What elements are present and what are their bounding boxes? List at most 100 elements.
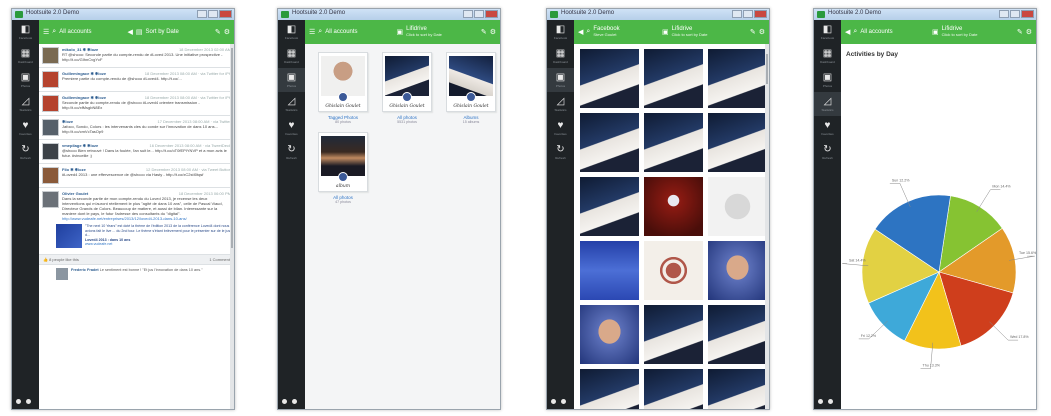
info-icon[interactable] — [561, 399, 566, 404]
settings-icon[interactable]: ⚙ — [1026, 28, 1032, 36]
close-button[interactable] — [754, 10, 767, 18]
avatar[interactable] — [42, 119, 59, 136]
photo-thumbnail[interactable] — [580, 49, 639, 108]
sidebar-item-favorites[interactable]: ♥ Favorites — [12, 116, 39, 140]
album-card[interactable]: Ghislain Goulet Tagged Photos 80 photos — [315, 52, 371, 124]
sidebar-item-refresh[interactable]: ↻ Refresh — [547, 140, 574, 164]
compose-icon[interactable]: ✎ — [750, 28, 756, 36]
comment-author[interactable]: Frederic Fradet — [71, 268, 99, 272]
sidebar-item-statistics[interactable]: ◿ Statistics — [814, 92, 841, 116]
photo-thumbnail[interactable] — [580, 305, 639, 364]
album-cover[interactable]: Ghislain Goulet — [382, 52, 432, 112]
photo-thumbnail[interactable] — [580, 113, 639, 172]
avatar[interactable] — [42, 95, 59, 112]
minimize-button[interactable] — [999, 10, 1009, 18]
window-titlebar[interactable]: Hootsuite 2.0 Demo — [278, 9, 500, 20]
sidebar-item-photos[interactable]: ▣ Photos — [278, 68, 305, 92]
photo-thumbnail[interactable] — [580, 177, 639, 236]
maximize-button[interactable] — [208, 10, 218, 18]
search-icon[interactable]: ⌕ — [318, 28, 322, 36]
minimize-button[interactable] — [732, 10, 742, 18]
sidebar-item-photos[interactable]: ▣ Photos — [547, 68, 574, 92]
sidebar-item-statistics[interactable]: ◿ Statistics — [547, 92, 574, 116]
info-icon[interactable] — [292, 399, 297, 404]
compose-icon[interactable]: ✎ — [481, 28, 487, 36]
photo-thumbnail[interactable] — [644, 177, 703, 236]
avatar[interactable] — [42, 47, 59, 64]
sidebar-item-favorites[interactable]: ♥ Favorites — [278, 116, 305, 140]
sidebar-item-refresh[interactable]: ↻ Refresh — [814, 140, 841, 164]
menu-icon[interactable]: ☰ — [309, 28, 315, 36]
sound-icon[interactable]: ◀ — [128, 28, 133, 36]
avatar[interactable] — [42, 143, 59, 160]
photo-thumbnail[interactable] — [708, 241, 767, 300]
link-preview[interactable]: "The next 10 Years" est doté la thème de… — [56, 224, 231, 248]
sidebar-item-dashboard[interactable]: ▦ Dashboard — [547, 44, 574, 68]
sidebar-item-refresh[interactable]: ↻ Refresh — [12, 140, 39, 164]
sidebar-item-facebook[interactable]: ◧ Facebook — [547, 20, 574, 44]
sidebar-item-photos[interactable]: ▣ Photos — [814, 68, 841, 92]
scrollbar[interactable] — [765, 44, 769, 409]
account-selector[interactable]: All accounts — [325, 29, 357, 35]
sidebar-item-statistics[interactable]: ◿ Statistics — [278, 92, 305, 116]
maximize-button[interactable] — [474, 10, 484, 18]
sidebar-item-favorites[interactable]: ♥ Favorites — [814, 116, 841, 140]
menu-icon[interactable]: ☰ — [43, 28, 49, 36]
photo-thumbnail[interactable] — [708, 369, 767, 409]
window-titlebar[interactable]: Hootsuite 2.0 Demo — [12, 9, 234, 20]
minimize-button[interactable] — [463, 10, 473, 18]
account-selector[interactable]: All accounts — [59, 29, 91, 35]
sort-button[interactable]: Sort by Date — [146, 29, 179, 35]
sidebar-item-refresh[interactable]: ↻ Refresh — [278, 140, 305, 164]
photo-thumbnail[interactable] — [644, 241, 703, 300]
scrollbar[interactable] — [230, 44, 234, 409]
info-icon[interactable] — [828, 399, 833, 404]
sidebar-item-photos[interactable]: ▣ Photos — [12, 68, 39, 92]
photo-thumbnail[interactable] — [644, 369, 703, 409]
post-link[interactable]: http://www.vudeafe.net/entreprises/2013/… — [62, 216, 231, 221]
photo-thumbnail[interactable] — [580, 241, 639, 300]
settings-icon[interactable]: ⚙ — [224, 28, 230, 36]
search-icon[interactable]: ⌕ — [586, 28, 590, 36]
album-cover[interactable]: Ghislain Goulet — [318, 52, 368, 112]
settings-icon[interactable]: ⚙ — [490, 28, 496, 36]
avatar[interactable] — [42, 167, 59, 184]
user-icon[interactable] — [551, 399, 556, 404]
avatar[interactable] — [42, 71, 59, 88]
back-icon[interactable]: ◀ — [845, 28, 850, 36]
scrollbar-thumb[interactable] — [231, 48, 233, 248]
compose-icon[interactable]: ✎ — [215, 28, 221, 36]
comments-link[interactable]: 1 Comment — [209, 257, 230, 262]
maximize-button[interactable] — [743, 10, 753, 18]
window-titlebar[interactable]: Hootsuite 2.0 Demo — [547, 9, 769, 20]
sidebar-item-favorites[interactable]: ♥ Favorites — [547, 116, 574, 140]
album-card[interactable]: Ghislain Goulet All photos 5531 photos — [379, 52, 435, 124]
photo-thumbnail[interactable] — [708, 49, 767, 108]
album-card[interactable]: album All photos 47 photos — [315, 132, 371, 204]
search-icon[interactable]: ⌕ — [853, 28, 857, 36]
user-icon[interactable] — [282, 399, 287, 404]
close-button[interactable] — [485, 10, 498, 18]
user-icon[interactable] — [16, 399, 21, 404]
sidebar-item-statistics[interactable]: ◿ Statistics — [12, 92, 39, 116]
close-button[interactable] — [1021, 10, 1034, 18]
maximize-button[interactable] — [1010, 10, 1020, 18]
sort-icon[interactable]: ▤ — [136, 28, 143, 36]
album-cover[interactable]: Ghislain Goulet — [446, 52, 496, 112]
window-titlebar[interactable]: Hootsuite 2.0 Demo — [814, 9, 1036, 20]
sidebar-item-dashboard[interactable]: ▦ Dashboard — [12, 44, 39, 68]
avatar[interactable] — [42, 191, 59, 208]
photo-thumbnail[interactable] — [580, 369, 639, 409]
user-icon[interactable] — [818, 399, 823, 404]
sidebar-item-dashboard[interactable]: ▦ Dashboard — [278, 44, 305, 68]
photo-thumbnail[interactable] — [644, 49, 703, 108]
scrollbar-thumb[interactable] — [766, 54, 768, 84]
comment-avatar[interactable] — [56, 268, 68, 280]
album-card[interactable]: Ghislain Goulet Albums 15 albums — [443, 52, 499, 124]
sidebar-item-facebook[interactable]: ◧ Facebook — [814, 20, 841, 44]
sidebar-item-facebook[interactable]: ◧ Facebook — [12, 20, 39, 44]
likes-link[interactable]: 👍 8 people like this — [43, 257, 79, 262]
minimize-button[interactable] — [197, 10, 207, 18]
account-selector[interactable]: All accounts — [860, 29, 892, 35]
compose-icon[interactable]: ✎ — [1017, 28, 1023, 36]
